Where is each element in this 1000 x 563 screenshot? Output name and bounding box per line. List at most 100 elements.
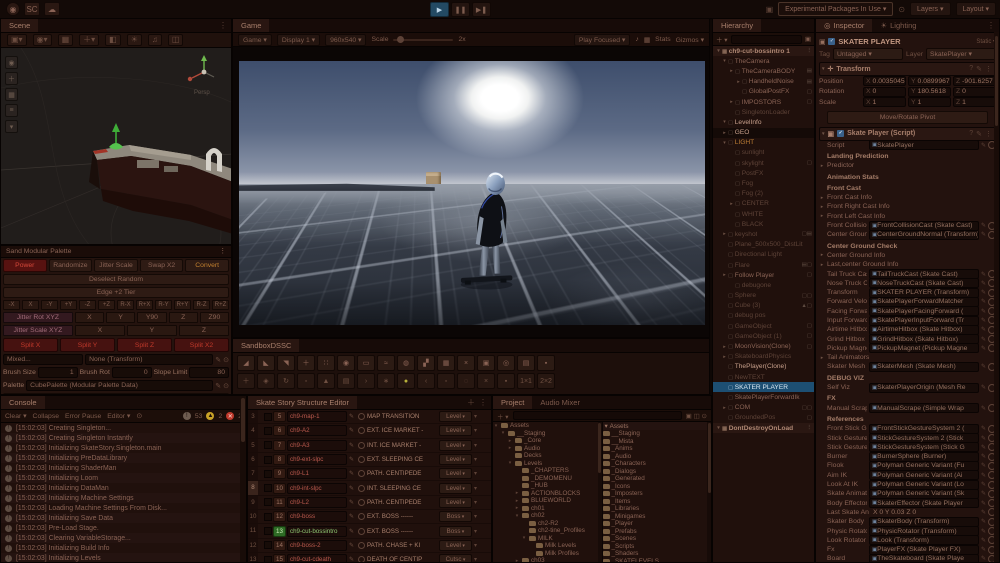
hierarchy-item-badges[interactable]: ⋮: [807, 425, 815, 431]
play-focused-dropdown[interactable]: Play Focused ▾: [574, 34, 630, 46]
component-menu-icon[interactable]: ⋮: [985, 130, 992, 138]
scene-tool-icon[interactable]: ▦: [58, 34, 74, 46]
skate-player-component-header[interactable]: ▾ ▣ ✓ Skate Player (Script) ? ✎ ⋮: [819, 127, 996, 141]
pencil-icon[interactable]: ✎: [981, 222, 986, 229]
hierarchy-item[interactable]: Fog: [713, 178, 814, 188]
sandbox-tool-icon[interactable]: ≈: [377, 355, 395, 371]
hierarchy-item[interactable]: skylight ▢: [713, 158, 814, 168]
pencil-icon[interactable]: [347, 413, 356, 420]
scene-tool-icon[interactable]: ＋▾: [79, 34, 99, 46]
foldout-arrow[interactable]: ▸: [728, 68, 735, 74]
axis-nudge-button[interactable]: -Y: [41, 300, 58, 310]
inspector-property-row[interactable]: Fx PlayerFX (Skate Player FX) ✎: [819, 545, 996, 554]
row-options-icon[interactable]: [472, 442, 481, 449]
inspector-property-row[interactable]: Transform SKATER PLAYER (Transform) ✎: [819, 288, 996, 297]
asset-list-item[interactable]: _Icons: [603, 483, 712, 491]
resolution-dropdown[interactable]: 960x540 ▾: [325, 34, 366, 46]
axis-nudge-button[interactable]: R-Y: [155, 300, 172, 310]
y-field[interactable]: Y1: [908, 97, 951, 107]
inspector-property-row[interactable]: Forward Velocity Transf SkatePlayerForwa…: [819, 297, 996, 306]
console-log-entry[interactable]: ! [15:02:03] Initializing ShaderMan: [1, 463, 246, 473]
inspector-property-row[interactable]: Landing Prediction ✎: [819, 152, 996, 161]
active-checkbox[interactable]: ✓: [828, 38, 835, 45]
sandbox-tool-icon[interactable]: ▞: [417, 355, 435, 371]
structure-row[interactable]: 13 15 ch9-cut-cdeath DEATH OF CENTIP Cut…: [248, 553, 491, 563]
asset-list-item[interactable]: _Audio: [603, 453, 712, 461]
step-button[interactable]: ▶❚: [472, 2, 491, 17]
hierarchy-item-badges[interactable]: ▤: [807, 68, 814, 74]
foldout-arrow[interactable]: ▾: [721, 58, 728, 64]
jitter-scale-axis-button[interactable]: Y: [127, 325, 177, 336]
foldout-arrow[interactable]: ▸: [819, 355, 825, 361]
palette-mode-button[interactable]: Convert: [185, 259, 229, 272]
tab-sandbox[interactable]: SandboxDSSC: [233, 339, 299, 352]
folder-tree-item[interactable]: _CHAPTERS: [493, 467, 602, 475]
structure-row[interactable]: 7 9 ch9-L1 PATH. CENTIPEDE Level: [248, 467, 491, 481]
info-count-icon[interactable]: !: [183, 412, 191, 420]
folder-tree-item[interactable]: ▾ ch02: [493, 512, 602, 520]
folder-tree-item[interactable]: ▸ ch01: [493, 505, 602, 513]
scene-viewport[interactable]: ◉ ＋ ▦ ≡ ▾ Persp: [1, 48, 231, 245]
object-reference-field[interactable]: CenterGroundNormal (Transform): [869, 230, 979, 240]
sandbox-tool-icon[interactable]: ＋: [237, 373, 255, 389]
folder-tree-item[interactable]: ▸ BLUEWORLD: [493, 497, 602, 505]
axis-nudge-button[interactable]: R+X: [136, 300, 153, 310]
hierarchy-item-badges[interactable]: ▢: [807, 323, 814, 329]
console-clear-button[interactable]: Clear ▾: [5, 412, 27, 420]
inspector-menu-icon[interactable]: ⋮: [987, 21, 995, 30]
scene-name-field[interactable]: ch9-A3: [287, 440, 347, 451]
pencil-icon[interactable]: [347, 542, 356, 549]
asset-list-item[interactable]: _Anims: [603, 445, 712, 453]
row-index-button[interactable]: 11: [273, 497, 286, 508]
pencil-icon[interactable]: ✎: [981, 509, 986, 516]
move-rotate-pivot-button[interactable]: Move/Rotate Pivot: [827, 111, 988, 124]
hierarchy-item[interactable]: ▾ ch9-cut-bossintro 1 ⋮: [713, 46, 814, 56]
row-options-icon[interactable]: [472, 427, 481, 434]
hierarchy-item-badges[interactable]: ▤▢: [802, 262, 814, 268]
tab-game[interactable]: Game: [233, 19, 269, 32]
inspector-property-row[interactable]: Aim IK Polyman Generic Variant (Ai ✎: [819, 471, 996, 480]
inspector-property-row[interactable]: Pickup Magnet PickupMagnet (Pickup Magne…: [819, 344, 996, 353]
scene-tool-icon[interactable]: ◫: [168, 34, 184, 46]
object-picker-icon[interactable]: [358, 528, 365, 535]
hierarchy-item-badges[interactable]: ▲▢: [801, 303, 814, 309]
row-options-icon[interactable]: [472, 556, 481, 563]
axis-nudge-button[interactable]: -X: [3, 300, 20, 310]
axis-nudge-button[interactable]: +Z: [98, 300, 115, 310]
hierarchy-item[interactable]: SKATER PLAYER: [713, 382, 814, 392]
asset-list-item[interactable]: _Scripts: [603, 543, 712, 551]
sandbox-tool-icon[interactable]: ●: [397, 373, 415, 389]
transform-object-field[interactable]: None (Transform): [85, 354, 213, 365]
hierarchy-item-badges[interactable]: ▢: [807, 333, 814, 339]
pencil-icon[interactable]: ✎: [981, 308, 986, 315]
hierarchy-item[interactable]: debug pos: [713, 311, 814, 321]
sandbox-tool-icon[interactable]: 2×2: [537, 373, 555, 389]
hierarchy-add-button[interactable]: ＋ ▾: [716, 34, 728, 44]
y-field[interactable]: Y 180.5618: [908, 87, 951, 97]
pencil-icon[interactable]: ✎: [215, 382, 221, 390]
console-log-entry[interactable]: ! [15:02:03] Initializing Machine Settin…: [1, 493, 246, 503]
pencil-icon[interactable]: [347, 513, 356, 520]
pencil-icon[interactable]: ✎: [981, 345, 986, 352]
layout-dropdown[interactable]: Layout ▾: [956, 2, 996, 16]
scene-tool-icon[interactable]: ♫: [148, 34, 162, 46]
object-reference-field[interactable]: SkaterMesh (Skate Mesh): [869, 362, 979, 372]
sandbox-tool-icon[interactable]: ×: [457, 355, 475, 371]
hierarchy-item-badges[interactable]: ▤: [807, 79, 814, 85]
scene-kind-dropdown[interactable]: Boss: [439, 526, 472, 537]
hierarchy-item-badges[interactable]: ▢: [807, 415, 814, 421]
pencil-icon[interactable]: ✎: [981, 555, 986, 562]
hierarchy-item-badges[interactable]: ▢: [807, 99, 814, 105]
play-button[interactable]: ▶: [430, 2, 449, 17]
scene-kind-dropdown[interactable]: Level: [439, 497, 472, 508]
folder-tree-item[interactable]: ▾ MILK: [493, 535, 602, 543]
project-toolbar-icons[interactable]: ▣ ◫ ⊙: [686, 412, 707, 420]
tab-lighting[interactable]: ☀ Lighting: [872, 19, 924, 32]
pencil-icon[interactable]: ✎: [981, 317, 986, 324]
pencil-icon[interactable]: [347, 528, 356, 535]
hierarchy-item-badges[interactable]: ⋮: [807, 48, 815, 54]
folder-tree-item[interactable]: ▸ Audio: [493, 445, 602, 453]
hierarchy-item-badges[interactable]: ▢: [807, 160, 814, 166]
tab-structure-editor[interactable]: Skate Story Structure Editor: [248, 396, 357, 409]
palette-mode-button[interactable]: Randomize: [49, 259, 93, 272]
